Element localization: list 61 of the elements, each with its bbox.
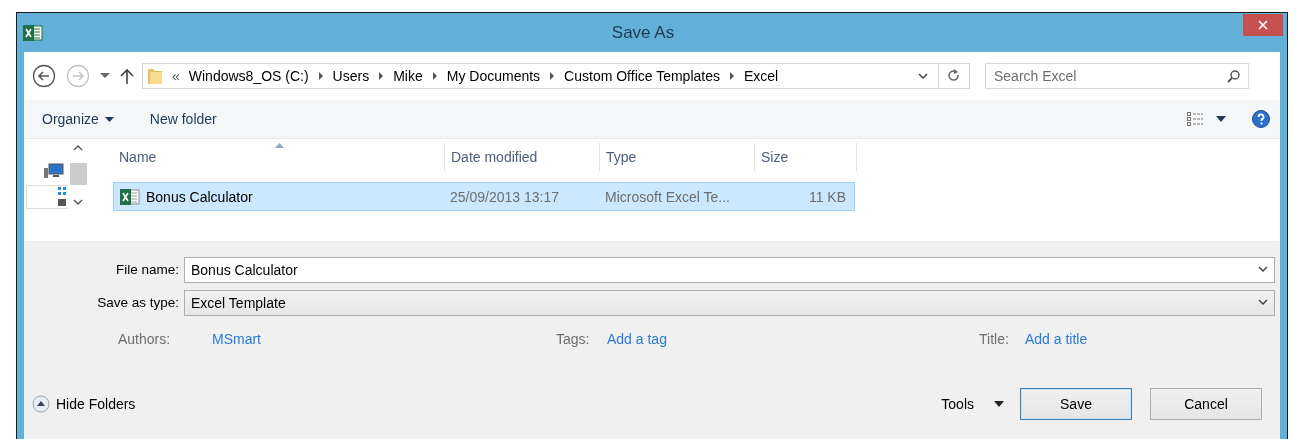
field-label: Save as type: <box>96 295 180 310</box>
computer-icon[interactable] <box>44 163 64 179</box>
column-header[interactable]: Size <box>755 143 857 171</box>
caret-icon[interactable] <box>1216 116 1226 122</box>
chevron-icon[interactable] <box>378 72 385 80</box>
breadcrumb-item[interactable]: Users <box>332 68 370 84</box>
collapse-icon <box>32 395 50 413</box>
up-arrow-icon[interactable] <box>120 68 134 84</box>
type-cell-text: Microsoft Excel Te... <box>604 188 731 205</box>
new-folder-button[interactable]: New folder <box>141 107 225 131</box>
save-button[interactable]: Save <box>1020 388 1132 420</box>
refresh-icon[interactable] <box>948 69 960 83</box>
chevron-icon[interactable] <box>317 72 324 80</box>
metadata-label: Tags: <box>556 331 591 347</box>
spreadsheet-icon <box>23 23 43 42</box>
column-header[interactable]: Date modified <box>445 143 600 171</box>
file-row[interactable]: Bonus Calculator 25/09/2013 13:17 Microsoft Excel Te... 11 KB <box>113 182 855 211</box>
field-label: File name: <box>114 262 180 277</box>
scroll-up-icon[interactable] <box>73 145 83 151</box>
chevron-icon[interactable] <box>431 72 438 80</box>
caret-icon <box>994 401 1004 407</box>
breadcrumb-item[interactable]: Windows8_OS (C:) <box>188 68 309 84</box>
dropdown-caret-icon[interactable] <box>100 73 110 79</box>
file-name-field[interactable]: Bonus Calculator <box>184 256 1275 283</box>
back-button[interactable] <box>32 64 56 88</box>
metadata-label: Title: <box>979 331 1010 347</box>
chevron-icon[interactable] <box>729 72 735 80</box>
spreadsheet-icon <box>120 187 140 206</box>
breadcrumb-item[interactable]: Excel <box>744 68 779 84</box>
overflow-chevron[interactable]: « <box>172 68 180 84</box>
column-header[interactable]: Name <box>113 143 445 171</box>
close-button[interactable] <box>1243 14 1283 36</box>
cancel-button[interactable]: Cancel <box>1150 388 1262 420</box>
metadata-label: Authors: <box>118 331 172 347</box>
size-cell-text: 11 KB <box>807 188 846 205</box>
column-header[interactable]: Type <box>600 143 755 171</box>
scroll-down-icon[interactable] <box>73 199 83 205</box>
caret-icon <box>104 116 114 122</box>
organize-menu[interactable]: Organize <box>34 107 122 131</box>
date-cell-text: 25/09/2013 13:17 <box>449 188 560 205</box>
network-drive-icon[interactable] <box>58 187 66 207</box>
sort-arrow-icon <box>274 143 284 148</box>
metadata-link[interactable]: Add a tag <box>607 331 667 347</box>
search-field[interactable]: Search Excel <box>985 63 1249 89</box>
help-icon[interactable] <box>1252 110 1270 128</box>
address-bar[interactable]: « Windows8_OS (C:) Users Mike My Documents Custom Office Templates Excel <box>142 63 970 89</box>
search-icon <box>1227 69 1240 83</box>
breadcrumb-item[interactable]: Mike <box>393 68 423 84</box>
file-type-dropdown[interactable]: Excel Template <box>184 289 1275 316</box>
file-name: Bonus Calculator <box>146 188 253 205</box>
close-icon <box>1258 20 1268 30</box>
breadcrumb-item[interactable]: My Documents <box>446 68 541 84</box>
metadata-link[interactable]: MSmart <box>212 331 261 347</box>
metadata-link[interactable]: Add a title <box>1025 331 1088 347</box>
window-title: Save As <box>610 22 676 43</box>
hide-folders-button[interactable]: Hide Folders <box>32 395 136 413</box>
folder-icon <box>147 67 163 85</box>
chevron-icon[interactable] <box>549 72 556 80</box>
view-list-icon[interactable] <box>1186 111 1204 127</box>
tools-menu[interactable]: Tools <box>941 396 1004 412</box>
breadcrumb-item[interactable]: Custom Office Templates <box>564 68 720 84</box>
